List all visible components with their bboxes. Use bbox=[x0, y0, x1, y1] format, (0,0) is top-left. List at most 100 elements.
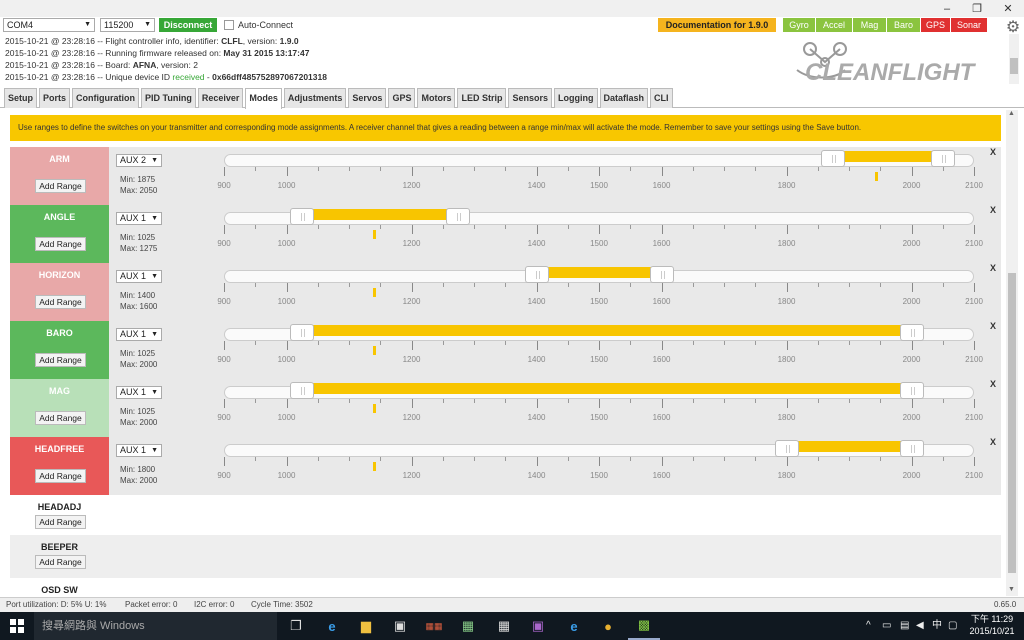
tick-label: 900 bbox=[217, 471, 231, 480]
edge-icon[interactable]: e bbox=[316, 612, 348, 640]
tab-setup[interactable]: Setup bbox=[4, 88, 38, 108]
remove-range-button[interactable]: X bbox=[990, 437, 996, 447]
add-range-button[interactable]: Add Range bbox=[35, 515, 86, 529]
tick-label: 1600 bbox=[652, 239, 671, 248]
remove-range-button[interactable]: X bbox=[990, 205, 996, 215]
scroll-up-icon[interactable]: ▲ bbox=[1008, 110, 1015, 117]
app-icon[interactable]: ▦ bbox=[452, 612, 484, 640]
content-scrollbar[interactable]: ▲ ▼ bbox=[1006, 110, 1018, 596]
app-icon[interactable]: ▣ bbox=[522, 612, 554, 640]
add-range-button[interactable]: Add Range bbox=[35, 555, 86, 569]
tab-pid-tuning[interactable]: PID Tuning bbox=[141, 88, 196, 108]
cleanflight-taskbar-icon[interactable]: ▩ bbox=[628, 612, 660, 640]
log-scrollbar-thumb[interactable] bbox=[1010, 58, 1018, 74]
app-icon[interactable]: ▦▦ bbox=[418, 612, 450, 640]
aux-channel-select[interactable]: AUX 1 ▼ bbox=[116, 444, 162, 457]
network-icon[interactable]: ▤ bbox=[900, 612, 909, 640]
aux-channel-select[interactable]: AUX 2 ▼ bbox=[116, 154, 162, 167]
range-max-handle[interactable] bbox=[649, 266, 674, 283]
sensor-gyro: Gyro bbox=[783, 18, 816, 32]
documentation-button[interactable]: Documentation for 1.9.0 bbox=[658, 18, 776, 32]
aux-value: AUX 1 bbox=[120, 445, 147, 455]
calculator-icon[interactable]: ▦ bbox=[488, 612, 520, 640]
tab-motors[interactable]: Motors bbox=[417, 88, 456, 108]
disconnect-button[interactable]: Disconnect bbox=[159, 18, 217, 32]
tab-logging[interactable]: Logging bbox=[554, 88, 598, 108]
tab-modes[interactable]: Modes bbox=[245, 88, 282, 109]
chrome-icon[interactable]: ● bbox=[592, 612, 624, 640]
add-range-button[interactable]: Add Range bbox=[35, 179, 86, 193]
minimize-button[interactable]: – bbox=[932, 0, 962, 17]
add-range-button[interactable]: Add Range bbox=[35, 237, 86, 251]
tick-label: 2100 bbox=[965, 239, 983, 248]
aux-channel-select[interactable]: AUX 1 ▼ bbox=[116, 386, 162, 399]
remove-range-button[interactable]: X bbox=[990, 263, 996, 273]
tick-mark bbox=[724, 341, 725, 345]
taskbar-search[interactable]: 搜尋網路與 Windows bbox=[34, 612, 277, 640]
range-min-handle[interactable] bbox=[524, 266, 549, 283]
content-scrollbar-thumb[interactable] bbox=[1008, 273, 1016, 573]
tab-configuration[interactable]: Configuration bbox=[72, 88, 140, 108]
start-button[interactable] bbox=[0, 612, 34, 640]
range-min-handle[interactable] bbox=[290, 208, 315, 225]
range-max-handle[interactable] bbox=[446, 208, 471, 225]
remove-range-button[interactable]: X bbox=[990, 147, 996, 157]
ie-icon[interactable]: e bbox=[558, 612, 590, 640]
tick-label: 1400 bbox=[527, 181, 546, 190]
tab-gps[interactable]: GPS bbox=[388, 88, 416, 108]
tick-mark bbox=[911, 167, 913, 176]
tab-dataflash[interactable]: Dataflash bbox=[599, 88, 649, 108]
tab-sensors[interactable]: Sensors bbox=[508, 88, 553, 108]
range-max-handle[interactable] bbox=[899, 382, 924, 399]
tick-label: 900 bbox=[217, 355, 231, 364]
aux-channel-select[interactable]: AUX 1 ▼ bbox=[116, 328, 162, 341]
tab-cli[interactable]: CLI bbox=[650, 88, 673, 108]
range-min-handle[interactable] bbox=[290, 324, 315, 341]
file-explorer-icon[interactable]: ▆ bbox=[350, 612, 382, 640]
range-min-handle[interactable] bbox=[774, 440, 799, 457]
add-range-button[interactable]: Add Range bbox=[35, 469, 86, 483]
tab-led-strip[interactable]: LED Strip bbox=[457, 88, 507, 108]
notification-icon[interactable]: ▢ bbox=[948, 612, 957, 640]
baud-select[interactable]: 115200 ▼ bbox=[100, 18, 155, 32]
tab-ports[interactable]: Ports bbox=[39, 88, 71, 108]
add-range-button[interactable]: Add Range bbox=[35, 353, 86, 367]
tab-adjustments[interactable]: Adjustments bbox=[283, 88, 347, 108]
tab-servos[interactable]: Servos bbox=[348, 88, 387, 108]
remove-range-button[interactable]: X bbox=[990, 321, 996, 331]
task-view-icon[interactable]: ❐ bbox=[280, 612, 312, 640]
tick-mark bbox=[224, 283, 225, 292]
log-scrollbar[interactable] bbox=[1009, 34, 1019, 84]
close-button[interactable]: ✕ bbox=[993, 0, 1023, 17]
range-ticks bbox=[224, 283, 975, 297]
restore-button[interactable]: ❐ bbox=[962, 0, 992, 17]
range-min-handle[interactable] bbox=[821, 150, 846, 167]
range-min-handle[interactable] bbox=[290, 382, 315, 399]
aux-channel-select[interactable]: AUX 1 ▼ bbox=[116, 270, 162, 283]
tick-label: 900 bbox=[217, 181, 231, 190]
sensor-gps: GPS bbox=[921, 18, 951, 32]
add-range-button[interactable]: Add Range bbox=[35, 411, 86, 425]
tab-receiver[interactable]: Receiver bbox=[197, 88, 244, 108]
port-value: COM4 bbox=[7, 20, 34, 30]
mode-row-headadj: HEADADJ Add Range bbox=[10, 495, 1001, 535]
aux-channel-select[interactable]: AUX 1 ▼ bbox=[116, 212, 162, 225]
tray-chevron-icon[interactable]: ^ bbox=[866, 612, 871, 640]
tray-icon[interactable]: ▭ bbox=[882, 612, 891, 640]
range-max-handle[interactable] bbox=[930, 150, 955, 167]
range-max-handle[interactable] bbox=[899, 440, 924, 457]
clock-time: 下午 11:29 bbox=[970, 614, 1014, 624]
mode-name-cell: BEEPER Add Range bbox=[10, 535, 109, 578]
store-icon[interactable]: ▣ bbox=[384, 612, 416, 640]
range-max-handle[interactable] bbox=[899, 324, 924, 341]
volume-icon[interactable]: ◀ bbox=[916, 612, 924, 640]
add-range-button[interactable]: Add Range bbox=[35, 295, 86, 309]
scroll-down-icon[interactable]: ▼ bbox=[1008, 586, 1015, 593]
auto-connect-checkbox[interactable] bbox=[224, 20, 234, 30]
remove-range-button[interactable]: X bbox=[990, 379, 996, 389]
ime-icon[interactable]: 中 bbox=[932, 612, 942, 640]
tick-mark bbox=[536, 399, 538, 408]
taskbar-clock[interactable]: 下午 11:29 2015/10/21 bbox=[962, 613, 1022, 637]
tick-label: 1000 bbox=[277, 413, 296, 422]
port-select[interactable]: COM4 ▼ bbox=[3, 18, 95, 32]
